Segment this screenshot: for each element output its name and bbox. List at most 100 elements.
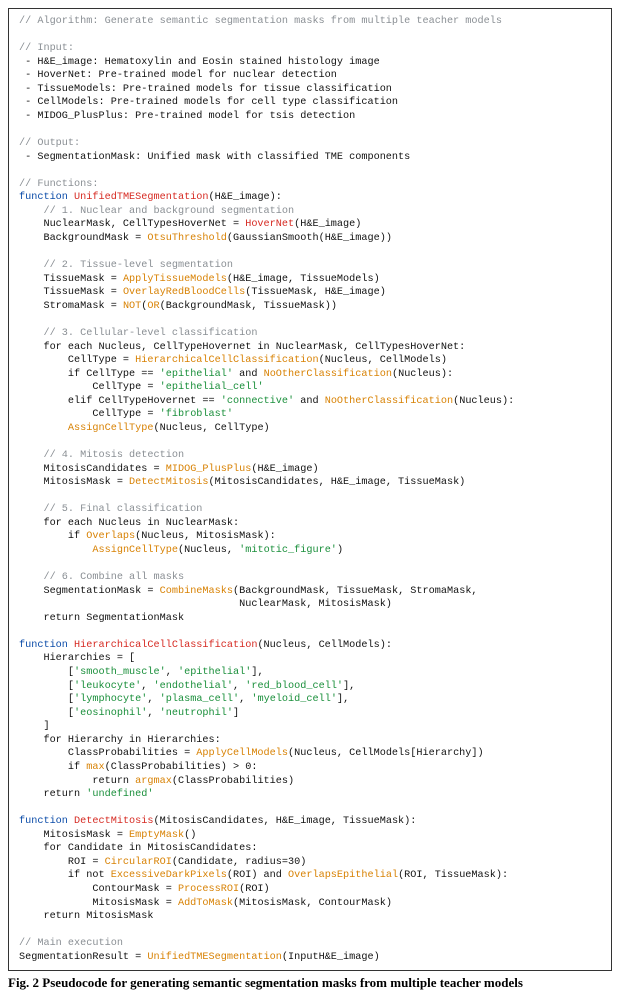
code: , (141, 681, 153, 692)
comment: // Functions: (19, 179, 98, 190)
string: 'eosinophil' (74, 708, 147, 719)
code: return (19, 789, 86, 800)
code: SegmentationResult = (19, 952, 147, 963)
call: NoOtherClassification (264, 369, 392, 380)
code: , (239, 694, 251, 705)
string: 'connective' (221, 396, 294, 407)
code: NuclearMask, MitosisMask) (19, 599, 392, 610)
code: (Nucleus, CellModels[Hierarchy]) (288, 748, 484, 759)
code: ContourMask = (19, 884, 178, 895)
string: 'red_blood_cell' (245, 681, 343, 692)
comment: // 4. Mitosis detection (19, 450, 184, 461)
code: (MitosisCandidates, H&E_image, TissueMas… (209, 477, 466, 488)
code: (Nucleus, (178, 545, 239, 556)
code: if not (19, 870, 111, 881)
code: (Nucleus): (392, 369, 453, 380)
code: (ROI) and (227, 870, 288, 881)
function-name: UnifiedTMESegmentation (74, 192, 209, 203)
string: 'epithelial' (160, 369, 233, 380)
code: return (19, 776, 135, 787)
code: ) (337, 545, 343, 556)
call: max (86, 762, 104, 773)
code: (Nucleus, CellModels): (257, 640, 392, 651)
call: NoOtherClassification (325, 396, 453, 407)
code: (GaussianSmooth(H&E_image)) (227, 233, 392, 244)
code: (H&E_image): (209, 192, 282, 203)
code: (MitosisMask, ContourMask) (233, 898, 392, 909)
call: NOT (123, 301, 141, 312)
code: (Nucleus, CellModels) (319, 355, 447, 366)
code: for Candidate in MitosisCandidates: (19, 843, 257, 854)
function-name: HierarchicalCellClassification (74, 640, 257, 651)
call: ProcessROI (178, 884, 239, 895)
code: SegmentationMask = (19, 586, 160, 597)
code: StromaMask = (19, 301, 123, 312)
code: ], (337, 694, 349, 705)
code: if CellType == (19, 369, 160, 380)
code: , (233, 681, 245, 692)
code-line: - CellModels: Pre-trained models for cel… (19, 97, 398, 108)
call: HoverNet (245, 219, 294, 230)
call: CombineMasks (160, 586, 233, 597)
string: 'lymphocyte' (74, 694, 147, 705)
string: 'epithelial_cell' (160, 382, 264, 393)
comment: // Main execution (19, 938, 123, 949)
code-line: - H&E_image: Hematoxylin and Eosin stain… (19, 57, 380, 68)
call: ApplyTissueModels (123, 274, 227, 285)
code: return MitosisMask (19, 911, 154, 922)
call: ApplyCellModels (196, 748, 288, 759)
string: 'undefined' (86, 789, 153, 800)
code: [ (19, 708, 74, 719)
code: for Hierarchy in Hierarchies: (19, 735, 221, 746)
string: 'mitotic_figure' (239, 545, 337, 556)
code: MitosisMask = (19, 898, 178, 909)
code-line: - TissueModels: Pre-trained models for t… (19, 84, 392, 95)
code: () (184, 830, 196, 841)
string: 'endothelial' (154, 681, 233, 692)
call: argmax (135, 776, 172, 787)
code: (Nucleus, MitosisMask): (135, 531, 276, 542)
call: UnifiedTMESegmentation (147, 952, 282, 963)
call: MIDOG_PlusPlus (166, 464, 252, 475)
code: (MitosisCandidates, H&E_image, TissueMas… (154, 816, 417, 827)
string: 'plasma_cell' (160, 694, 239, 705)
code: ] (233, 708, 239, 719)
code: (TissueMask, H&E_image) (245, 287, 386, 298)
code: (H&E_image) (294, 219, 361, 230)
code: ClassProbabilities = (19, 748, 196, 759)
code: ], (343, 681, 355, 692)
code: (Nucleus, CellType) (154, 423, 270, 434)
comment: // 1. Nuclear and background segmentatio… (19, 206, 294, 217)
comment: // 5. Final classification (19, 504, 202, 515)
call: AssignCellType (68, 423, 154, 434)
code-line: - SegmentationMask: Unified mask with cl… (19, 152, 410, 163)
code: for each Nucleus, CellTypeHovernet in Nu… (19, 342, 465, 353)
call: DetectMitosis (129, 477, 208, 488)
call: OverlayRedBloodCells (123, 287, 245, 298)
code: MitosisMask = (19, 477, 129, 488)
call: OR (147, 301, 159, 312)
string: 'neutrophil' (160, 708, 233, 719)
code: TissueMask = (19, 287, 123, 298)
code-line: - HoverNet: Pre-trained model for nuclea… (19, 70, 337, 81)
string: 'myeloid_cell' (251, 694, 337, 705)
code: CellType = (19, 355, 135, 366)
code: elif CellTypeHovernet == (19, 396, 221, 407)
call: Overlaps (86, 531, 135, 542)
code: CellType = (19, 382, 160, 393)
code (19, 545, 92, 556)
code: TissueMask = (19, 274, 123, 285)
string: 'fibroblast' (160, 409, 233, 420)
comment: // Output: (19, 138, 80, 149)
call: AddToMask (178, 898, 233, 909)
keyword: function (19, 640, 74, 651)
code: (ROI, TissueMask): (398, 870, 508, 881)
code: BackgroundMask = (19, 233, 147, 244)
call: ExcessiveDarkPixels (111, 870, 227, 881)
code: if (19, 762, 86, 773)
code: (ROI) (239, 884, 270, 895)
string: 'smooth_muscle' (74, 667, 166, 678)
call: OtsuThreshold (147, 233, 226, 244)
code: (ClassProbabilities) (172, 776, 294, 787)
code: (InputH&E_image) (282, 952, 380, 963)
